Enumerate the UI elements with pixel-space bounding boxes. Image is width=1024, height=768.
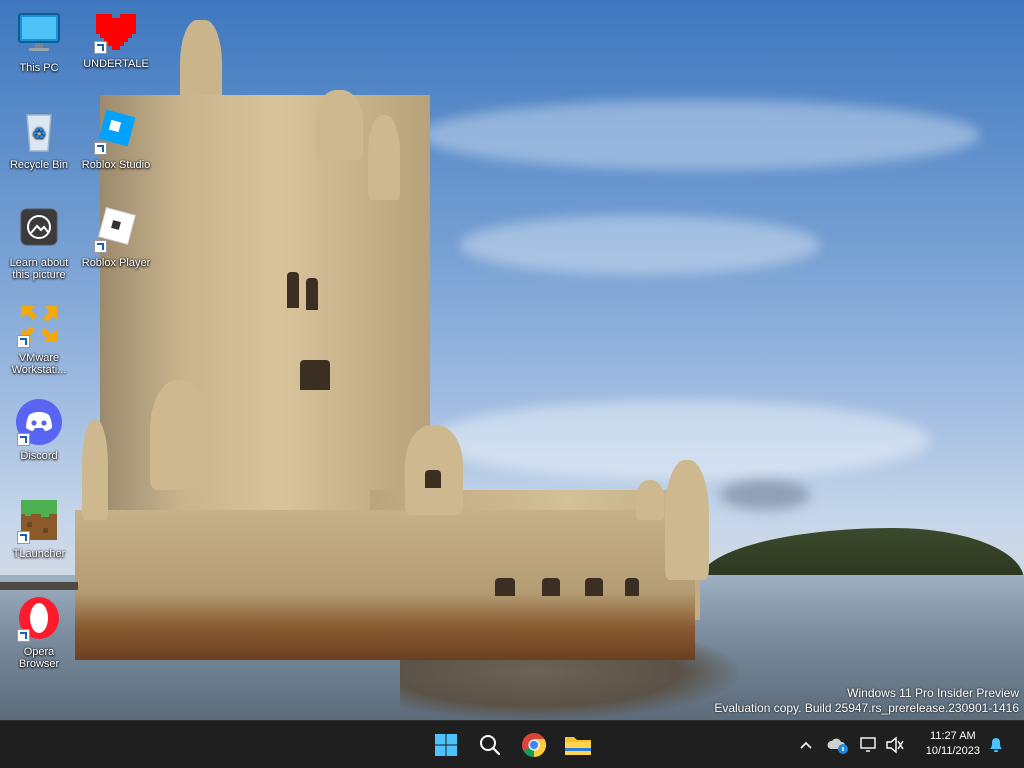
tower-turret xyxy=(636,480,664,520)
taskbar-clock[interactable]: 11:27 AM 10/11/2023 xyxy=(926,729,980,759)
tower-turret xyxy=(315,90,363,160)
discord-icon xyxy=(15,398,63,446)
cloud xyxy=(460,215,820,275)
start-button[interactable] xyxy=(426,725,466,765)
desktop-icon-label: Recycle Bin xyxy=(9,159,69,171)
tower-window xyxy=(287,272,299,308)
learn-picture-icon xyxy=(15,205,63,253)
clock-date: 10/11/2023 xyxy=(925,745,980,757)
chrome-taskbar-button[interactable] xyxy=(514,725,554,765)
cloud xyxy=(720,480,810,510)
network-tray-button[interactable] xyxy=(858,721,880,768)
chrome-icon xyxy=(522,733,547,757)
minecraft-block-icon xyxy=(15,496,63,544)
recycle-bin-icon: ♻ xyxy=(15,107,63,155)
taskbar: 11:27 AM 10/11/2023 xyxy=(0,720,1024,768)
desktop-icon-undertale[interactable]: UNDERTALE xyxy=(80,6,152,70)
show-hidden-icons-button[interactable] xyxy=(794,721,818,768)
desktop-icon-label: Roblox Player xyxy=(81,257,151,269)
search-icon xyxy=(480,735,501,756)
distant-hill xyxy=(700,528,1024,580)
windows-evaluation-watermark: Windows 11 Pro Insider Preview Evaluatio… xyxy=(714,686,1019,716)
desktop-icon-label: Opera Browser xyxy=(18,646,60,670)
speaker-muted-icon xyxy=(886,736,904,754)
volume-tray-button[interactable] xyxy=(884,721,906,768)
tower-window xyxy=(300,360,330,390)
tower-window xyxy=(306,278,318,310)
shortcut-arrow-icon xyxy=(94,240,107,253)
bell-icon xyxy=(990,738,1002,752)
tower-window xyxy=(585,578,603,596)
desktop-icon-recycle-bin[interactable]: ♻ Recycle Bin xyxy=(3,107,75,171)
search-button[interactable] xyxy=(470,725,510,765)
shortcut-arrow-icon xyxy=(17,531,30,544)
vmware-icon xyxy=(15,300,63,348)
weather-tray-button[interactable] xyxy=(826,721,850,768)
desktop-icon-label: VMware Workstati... xyxy=(11,352,67,376)
tower-turret xyxy=(665,460,709,580)
shortcut-arrow-icon xyxy=(17,629,30,642)
desktop-icon-label: TLauncher xyxy=(12,548,66,560)
desktop-icon-label: Roblox Studio xyxy=(81,159,151,171)
cloud xyxy=(420,100,980,170)
desktop-wallpaper xyxy=(0,0,1024,720)
opera-icon xyxy=(15,594,63,642)
roblox-studio-icon xyxy=(92,107,140,155)
desktop-icon-roblox-player[interactable]: Roblox Player xyxy=(80,205,152,269)
chevron-up-icon xyxy=(800,741,812,749)
tower-window xyxy=(425,470,441,488)
watermark-edition: Windows 11 Pro Insider Preview xyxy=(847,686,1019,700)
desktop-icon-this-pc[interactable]: This PC xyxy=(3,10,75,74)
tower-window xyxy=(625,578,639,596)
shortcut-arrow-icon xyxy=(94,142,107,155)
cloud-info-icon xyxy=(827,738,848,754)
pier xyxy=(0,582,78,590)
desktop-icon-label: This PC xyxy=(19,62,59,74)
heart-icon xyxy=(92,6,140,54)
network-monitor-icon xyxy=(860,737,876,752)
file-explorer-taskbar-button[interactable] xyxy=(558,725,598,765)
notifications-button[interactable] xyxy=(986,721,1006,768)
tower-window xyxy=(542,578,560,596)
windows-logo-icon xyxy=(435,734,457,756)
shortcut-arrow-icon xyxy=(17,335,30,348)
clock-time: 11:27 AM xyxy=(930,730,976,742)
folder-icon xyxy=(565,737,591,755)
desktop-icon-tlauncher[interactable]: TLauncher xyxy=(3,496,75,560)
monitor-icon xyxy=(15,10,63,58)
watermark-build: Evaluation copy. Build 25947.rs_prerelea… xyxy=(714,701,1019,715)
desktop-icon-discord[interactable]: Discord xyxy=(3,398,75,462)
svg-text:♻: ♻ xyxy=(32,124,46,143)
desktop-icon-roblox-studio[interactable]: Roblox Studio xyxy=(80,107,152,171)
tower-turret xyxy=(150,380,210,490)
desktop-icon-label: Discord xyxy=(20,450,58,462)
roblox-player-icon xyxy=(92,205,140,253)
tower-window xyxy=(495,578,515,596)
desktop-icon-opera[interactable]: Opera Browser xyxy=(3,594,75,670)
tower-turret xyxy=(82,420,108,520)
tower-turret xyxy=(368,115,400,200)
desktop-icon-label: UNDERTALE xyxy=(83,58,149,70)
desktop-icon-learn-about-picture[interactable]: Learn about this picture xyxy=(3,205,75,281)
desktop-icon-label: Learn about this picture xyxy=(9,257,69,281)
desktop-icon-vmware[interactable]: VMware Workstati... xyxy=(3,300,75,376)
shortcut-arrow-icon xyxy=(17,433,30,446)
shortcut-arrow-icon xyxy=(94,41,107,54)
